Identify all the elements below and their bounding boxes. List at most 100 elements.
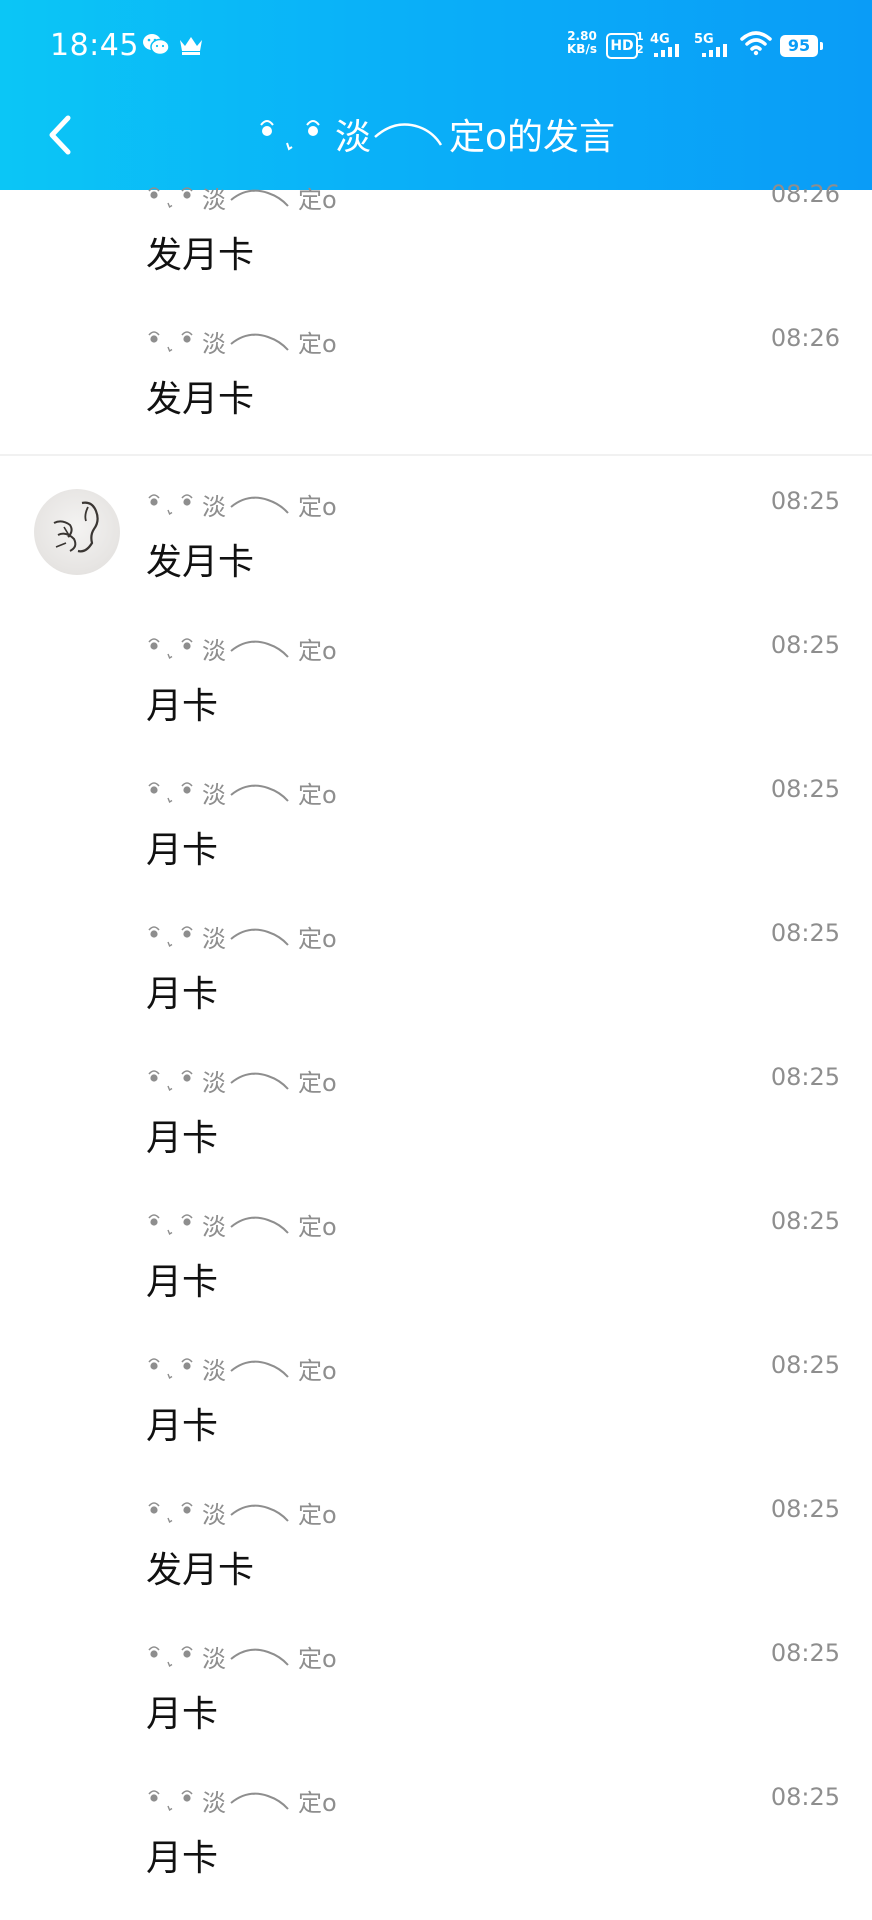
message-item[interactable]: 淡 定o 08:25 发月卡 (0, 467, 872, 611)
message-text: 月卡 (146, 686, 219, 727)
message-text: 月卡 (146, 1694, 219, 1735)
status-bar: 18:45 2.80 KB/s HD 1 2 4G 5G 95 (0, 0, 872, 100)
kaomoji-face-icon (260, 120, 320, 151)
message-item[interactable]: 淡 定o 08:25 月卡 (0, 1187, 872, 1331)
sender-name: 淡 定o (146, 919, 337, 954)
message-text: 发月卡 (146, 379, 255, 420)
message-text: 发月卡 (146, 542, 255, 583)
tilde-arc-icon (230, 1504, 289, 1522)
kaomoji-face-icon (148, 331, 193, 353)
sender-name-part-1: 淡 (202, 781, 226, 809)
sender-name: 淡 定o (146, 775, 337, 810)
sender-name-part-1: 淡 (202, 925, 226, 953)
avatar[interactable] (34, 489, 120, 575)
message-text: 月卡 (146, 1406, 219, 1447)
sender-name-part-1: 淡 (202, 1501, 226, 1529)
message-text: 月卡 (146, 1262, 219, 1303)
sender-name: 淡 定o (146, 1063, 337, 1098)
message-item[interactable]: 淡 定o 08:25 发月卡 (0, 1475, 872, 1619)
kaomoji-face-icon (148, 782, 193, 804)
kaomoji-face-icon (148, 1070, 193, 1092)
battery-level: 95 (780, 35, 823, 57)
message-time: 08:25 (770, 775, 840, 803)
sender-name: 淡 定o (146, 324, 337, 359)
hd-sub-1: 1 (636, 30, 644, 43)
sender-name-part-2: 定o (298, 1645, 337, 1673)
wechat-icon (142, 32, 170, 62)
message-time: 08:25 (770, 487, 840, 515)
message-time: 08:25 (770, 919, 840, 947)
tilde-arc-icon (230, 928, 289, 946)
message-item[interactable]: 淡 定o 08:25 月卡 (0, 755, 872, 899)
message-item[interactable]: 淡 定o 08:25 月卡 (0, 1043, 872, 1187)
kaomoji-face-icon (148, 187, 193, 209)
kaomoji-face-icon (148, 1646, 193, 1668)
section-divider (0, 454, 872, 456)
sender-name-part-1: 淡 (202, 637, 226, 665)
message-item[interactable]: 淡 定o 08:25 月卡 (0, 1763, 872, 1907)
sender-name: 淡 定o (146, 1207, 337, 1242)
sender-name-part-1: 淡 (202, 1213, 226, 1241)
message-item[interactable]: 淡 定o 08:26 发月卡 (0, 160, 872, 304)
message-time: 08:25 (770, 1063, 840, 1091)
message-time: 08:25 (770, 631, 840, 659)
message-time: 08:25 (770, 1207, 840, 1235)
sender-name-part-2: 定o (298, 637, 337, 665)
hd-sub-2: 2 (636, 43, 644, 56)
sender-name-part-2: 定o (298, 1069, 337, 1097)
network-speed-unit: KB/s (567, 42, 597, 56)
message-time: 08:26 (770, 180, 840, 208)
message-time: 08:25 (770, 1495, 840, 1523)
message-item[interactable]: 淡 定o 08:25 月卡 (0, 1331, 872, 1475)
sender-name-part-2: 定o (298, 1357, 337, 1385)
message-item[interactable]: 淡 定o 08:25 月卡 (0, 611, 872, 755)
kaomoji-face-icon (148, 1214, 193, 1236)
message-item[interactable]: 淡 定o 08:25 月卡 (0, 899, 872, 1043)
sender-name-part-2: 定o (298, 1789, 337, 1817)
title-text-2: 定o的发言 (448, 117, 616, 158)
sender-name: 淡 定o (146, 1351, 337, 1386)
message-item[interactable]: 淡 定o 08:26 发月卡 (0, 304, 872, 448)
sender-name-part-1: 淡 (202, 186, 226, 214)
message-time: 08:25 (770, 1783, 840, 1811)
sender-name-part-2: 定o (298, 186, 337, 214)
sender-name: 淡 定o (146, 180, 337, 215)
tilde-arc-icon (230, 784, 289, 802)
tilde-arc-icon (230, 640, 289, 658)
tilde-arc-icon (230, 333, 289, 351)
sender-name-part-1: 淡 (202, 1645, 226, 1673)
status-time: 18:45 (50, 28, 139, 63)
sender-name-part-1: 淡 (202, 1069, 226, 1097)
message-text: 月卡 (146, 1838, 219, 1879)
tilde-arc-icon (230, 1792, 289, 1810)
sender-name: 淡 定o (146, 1639, 337, 1674)
sender-name-part-2: 定o (298, 493, 337, 521)
tilde-arc-icon (230, 1360, 289, 1378)
sender-name: 淡 定o (146, 631, 337, 666)
sender-name-part-1: 淡 (202, 1789, 226, 1817)
network-speed: 2.80 KB/s (562, 30, 602, 56)
sender-name-part-1: 淡 (202, 493, 226, 521)
sender-name: 淡 定o (146, 487, 337, 522)
kaomoji-face-icon (148, 1502, 193, 1524)
page-title: 淡 定o的发言 (0, 108, 872, 160)
hd-sub-labels: 1 2 (636, 30, 644, 56)
sender-name: 淡 定o (146, 1783, 337, 1818)
message-text: 月卡 (146, 830, 219, 871)
sender-name-part-2: 定o (298, 1213, 337, 1241)
sender-name-part-2: 定o (298, 781, 337, 809)
message-time: 08:25 (770, 1351, 840, 1379)
message-time: 08:26 (770, 324, 840, 352)
kaomoji-face-icon (148, 1358, 193, 1380)
sender-name-part-1: 淡 (202, 1357, 226, 1385)
kaomoji-face-icon (148, 926, 193, 948)
tilde-arc-icon (230, 1216, 289, 1234)
hd-badge: HD (606, 33, 638, 59)
signal-2-bars (702, 44, 727, 57)
message-text: 月卡 (146, 1118, 219, 1159)
kaomoji-face-icon (148, 494, 193, 516)
wifi-icon (740, 30, 772, 60)
message-item[interactable]: 淡 定o 08:25 月卡 (0, 1619, 872, 1763)
message-text: 发月卡 (146, 1550, 255, 1591)
tilde-arc-icon (374, 123, 443, 146)
